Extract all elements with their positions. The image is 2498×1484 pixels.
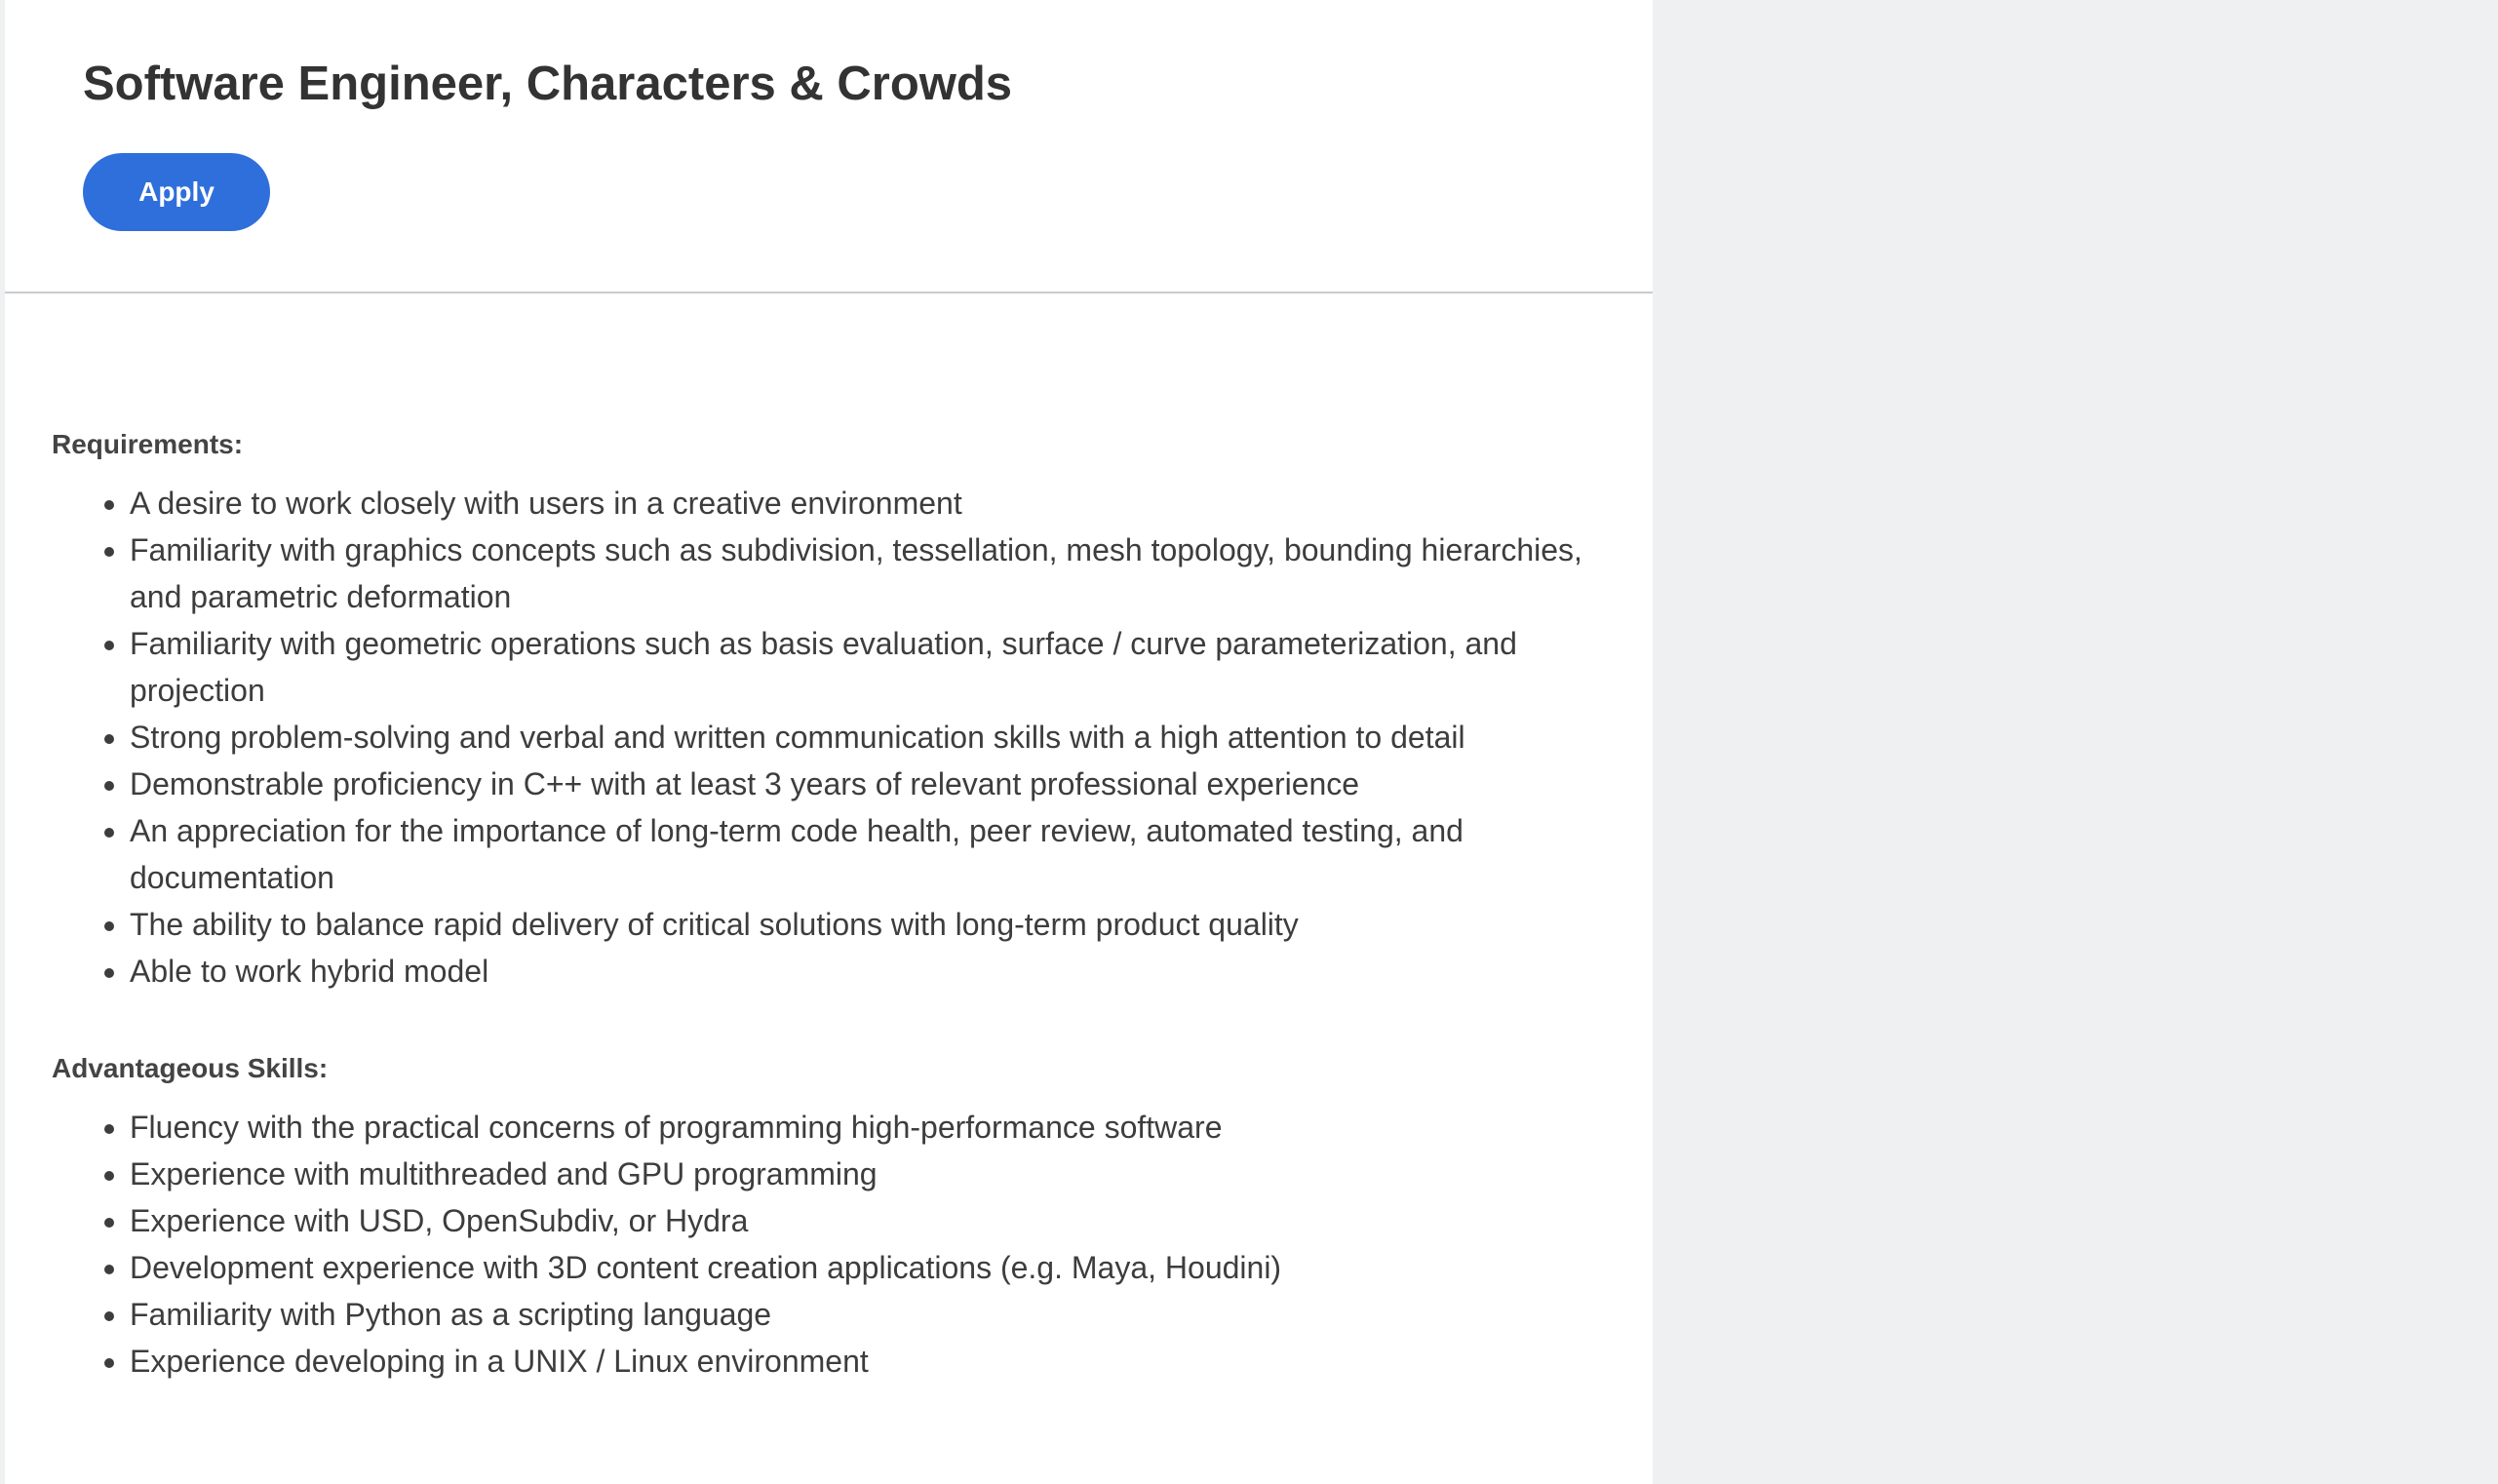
advantageous-skills-heading: Advantageous Skills:	[52, 1053, 329, 1083]
list-item: Familiarity with Python as a scripting l…	[130, 1291, 1592, 1338]
list-item: Experience with USD, OpenSubdiv, or Hydr…	[130, 1197, 1592, 1244]
list-item: A desire to work closely with users in a…	[130, 480, 1592, 527]
requirements-heading: Requirements:	[52, 429, 244, 459]
apply-button[interactable]: Apply	[83, 153, 270, 231]
job-header: Software Engineer, Characters & Crowds A…	[5, 0, 1653, 293]
job-description: Requirements: A desire to work closely w…	[52, 410, 1612, 1385]
list-item: Development experience with 3D content c…	[130, 1244, 1592, 1291]
page: Software Engineer, Characters & Crowds A…	[0, 0, 2498, 1484]
list-item: Familiarity with graphics concepts such …	[130, 527, 1592, 620]
list-item: Experience developing in a UNIX / Linux …	[130, 1338, 1592, 1385]
requirements-list: A desire to work closely with users in a…	[52, 480, 1612, 995]
advantageous-skills-list: Fluency with the practical concerns of p…	[52, 1104, 1612, 1385]
list-item: The ability to balance rapid delivery of…	[130, 901, 1592, 948]
list-item: An appreciation for the importance of lo…	[130, 807, 1592, 901]
list-item: Familiarity with geometric operations su…	[130, 620, 1592, 714]
list-item: Demonstrable proficiency in C++ with at …	[130, 761, 1592, 807]
job-detail-panel: Software Engineer, Characters & Crowds A…	[5, 0, 1653, 1484]
list-item: Experience with multithreaded and GPU pr…	[130, 1151, 1592, 1197]
job-title: Software Engineer, Characters & Crowds	[83, 58, 1013, 110]
list-item: Fluency with the practical concerns of p…	[130, 1104, 1592, 1151]
list-item: Able to work hybrid model	[130, 948, 1592, 995]
list-item: Strong problem-solving and verbal and wr…	[130, 714, 1592, 761]
